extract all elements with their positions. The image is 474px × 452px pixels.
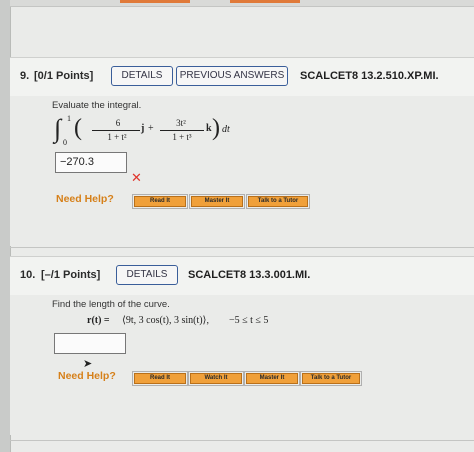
question-9-body: Evaluate the integral. ∫ 1 0 ( 6 1 + t² … xyxy=(10,96,474,246)
question-points: [–/1 Points] xyxy=(41,269,101,281)
talk-to-tutor-button[interactable]: Talk to a Tutor xyxy=(300,371,362,386)
curve-vector: ⟨9t, 3 cos(t), 3 sin(t)⟩, xyxy=(122,315,209,326)
question-10-header: 10. [–/1 Points] DETAILS SCALCET8 13.3.0… xyxy=(10,256,474,296)
integral-lower-limit: 0 xyxy=(63,138,67,147)
question-prompt: Find the length of the curve. xyxy=(52,299,170,310)
details-button[interactable]: DETAILS xyxy=(116,265,178,285)
left-paren: ( xyxy=(74,115,82,141)
integral-sign: ∫ xyxy=(54,114,62,143)
master-it-button[interactable]: Master It xyxy=(244,371,300,386)
master-it-button[interactable]: Master It xyxy=(189,194,245,209)
term1-numerator: 6 xyxy=(115,118,121,128)
prev-help-button-edge xyxy=(120,0,190,3)
question-points: [0/1 Points] xyxy=(34,70,94,82)
answer-field[interactable] xyxy=(54,333,126,354)
question-code: SCALCET8 13.2.510.XP.MI. xyxy=(300,70,439,82)
question-10-body: Find the length of the curve. r(t) = ⟨9t… xyxy=(10,295,474,435)
read-it-button[interactable]: Read It xyxy=(132,371,188,386)
question-9-header: 9. [0/1 Points] DETAILS PREVIOUS ANSWERS… xyxy=(10,57,474,97)
need-help-label: Need Help? xyxy=(56,193,114,205)
incorrect-icon: ✕ xyxy=(131,170,142,185)
plus-sign: + xyxy=(148,123,154,134)
details-button[interactable]: DETAILS xyxy=(111,66,173,86)
term2-fraction-bar xyxy=(160,130,204,131)
parameter-range: −5 ≤ t ≤ 5 xyxy=(229,315,269,326)
prev-help-button-edge xyxy=(230,0,300,3)
question-number: 10. xyxy=(20,269,36,281)
term2-unit-vector: k xyxy=(206,123,212,134)
question-prompt: Evaluate the integral. xyxy=(52,100,142,111)
answer-field[interactable]: −270.3 xyxy=(55,152,127,173)
read-it-button[interactable]: Read It xyxy=(132,194,188,209)
question-code: SCALCET8 13.3.001.MI. xyxy=(188,269,311,281)
question-divider xyxy=(10,247,474,248)
mouse-cursor-icon: ➤ xyxy=(83,358,93,370)
term2-denominator: 1 + t³ xyxy=(172,132,192,142)
previous-question-footer xyxy=(10,0,474,7)
term1-fraction-bar xyxy=(92,130,140,131)
curve-lhs: r(t) = xyxy=(87,315,110,326)
question-divider xyxy=(10,440,474,441)
talk-to-tutor-button[interactable]: Talk to a Tutor xyxy=(246,194,310,209)
term1-unit-vector: j xyxy=(141,123,145,134)
term2-numerator: 3t² xyxy=(176,118,186,128)
term1-denominator: 1 + t² xyxy=(107,132,127,142)
differential: dt xyxy=(222,124,230,135)
question-number: 9. xyxy=(20,70,30,82)
previous-answers-button[interactable]: PREVIOUS ANSWERS xyxy=(176,66,288,86)
right-paren: ) xyxy=(212,115,220,141)
need-help-label: Need Help? xyxy=(58,370,116,382)
watch-it-button[interactable]: Watch It xyxy=(188,371,244,386)
integral-upper-limit: 1 xyxy=(67,114,71,123)
